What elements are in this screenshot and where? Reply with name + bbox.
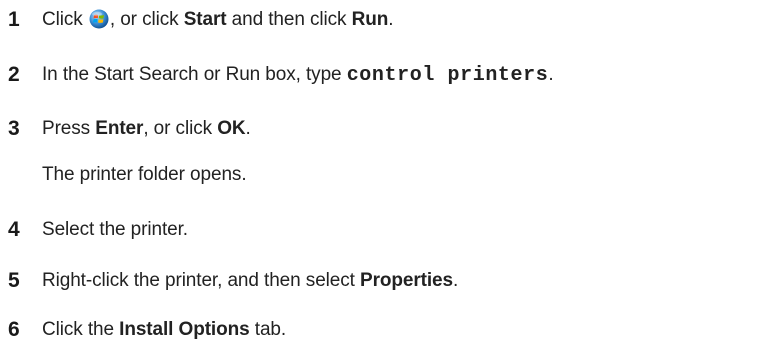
ui-term-properties: Properties	[360, 270, 453, 291]
step-number: 5	[8, 269, 20, 292]
step-text-part: Click the	[42, 319, 120, 340]
ui-term-enter: Enter	[95, 118, 144, 139]
step-text-part: and then click	[226, 9, 352, 30]
step-text: Right-click the printer, and then select…	[42, 270, 458, 292]
step-text-part: In the Start Search or Run box, type	[42, 63, 347, 85]
step-number: 6	[8, 318, 20, 341]
step-number: 3	[8, 117, 20, 140]
step-text-part: , or click	[109, 9, 184, 30]
step-text-part: .	[245, 118, 251, 139]
step-text: Select the printer.	[42, 219, 188, 241]
step-text-part: .	[453, 270, 459, 291]
step-text-part: , or click	[143, 118, 218, 139]
step-text-part: Right-click the printer, and then select	[42, 270, 361, 291]
step-text: In the Start Search or Run box, type con…	[42, 64, 554, 87]
step-text-part: Click	[42, 9, 88, 30]
command-text: control printers	[346, 63, 549, 87]
step-number: 4	[8, 218, 20, 241]
step-text-part: Press	[42, 118, 96, 139]
step-text: Press Enter, or click OK.	[42, 118, 251, 140]
step-text-part: tab.	[249, 319, 287, 340]
step-text-part: Select the printer.	[42, 219, 188, 240]
step-number: 2	[8, 63, 20, 86]
ui-term-install-options: Install Options	[119, 319, 250, 340]
step-text: Click the Install Options tab.	[42, 319, 286, 341]
step-text-part: .	[388, 9, 394, 30]
ui-term-run: Run	[351, 9, 389, 30]
instruction-steps: 1 Click , or click Start and then click …	[0, 0, 767, 347]
step-result-text: The printer folder opens.	[42, 164, 247, 185]
ui-term-start: Start	[183, 9, 227, 30]
step-text-part: .	[548, 63, 554, 85]
step-number: 1	[8, 8, 20, 31]
ui-term-ok: OK	[217, 118, 246, 139]
step-text: Click , or click Start and then click Ru…	[42, 9, 394, 31]
windows-start-orb-icon	[89, 9, 109, 29]
